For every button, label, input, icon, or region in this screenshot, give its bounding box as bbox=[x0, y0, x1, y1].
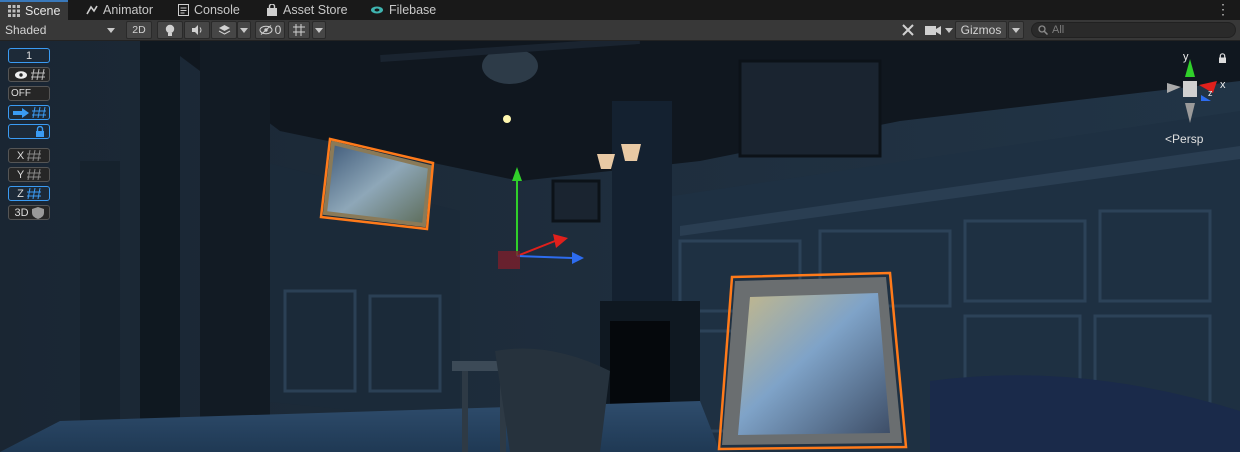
orientation-gizmo[interactable] bbox=[1155, 49, 1225, 139]
audio-toggle-button[interactable] bbox=[184, 21, 210, 39]
tab-label: Asset Store bbox=[283, 3, 348, 17]
scene-viewport[interactable]: 1 OFF X Y Z 3D y x z <Persp bbox=[0, 41, 1240, 452]
grid-count-field[interactable]: 1 bbox=[8, 48, 50, 63]
scene-visibility-button[interactable]: 0 bbox=[255, 21, 285, 39]
scene-search-field[interactable]: All bbox=[1031, 22, 1236, 38]
lock-icon[interactable] bbox=[1218, 53, 1227, 63]
lighting-toggle-button[interactable] bbox=[157, 21, 183, 39]
chevron-down-icon bbox=[315, 27, 323, 33]
gizmo-z-label: z bbox=[1208, 88, 1213, 98]
2d-label: 2D bbox=[132, 24, 146, 36]
effects-dropdown[interactable] bbox=[237, 21, 251, 39]
move-snap-toggle[interactable] bbox=[8, 105, 50, 120]
tab-asset-store[interactable]: Asset Store bbox=[258, 0, 356, 20]
camera-icon bbox=[925, 25, 941, 35]
gizmos-label: Gizmos bbox=[960, 23, 1002, 37]
axis-x-label: X bbox=[16, 149, 25, 162]
eye-hidden-icon bbox=[259, 25, 273, 35]
grid-icon bbox=[26, 188, 41, 199]
axis-z-label: Z bbox=[17, 187, 24, 200]
tab-filebase[interactable]: Filebase bbox=[362, 0, 444, 20]
2d-toggle-button[interactable]: 2D bbox=[126, 21, 152, 39]
tab-label: Console bbox=[194, 3, 240, 17]
camera-button[interactable] bbox=[922, 21, 944, 39]
tools-button[interactable] bbox=[897, 21, 919, 39]
chevron-down-icon bbox=[240, 27, 248, 33]
lock-icon bbox=[36, 126, 44, 137]
axis-y-grid-toggle[interactable]: Y bbox=[8, 167, 50, 182]
chevron-left-icon: < bbox=[1165, 132, 1173, 146]
lightbulb-icon bbox=[165, 24, 175, 36]
grid-snap-icon bbox=[293, 24, 305, 36]
shield-icon bbox=[31, 206, 44, 219]
hidden-count: 0 bbox=[274, 23, 282, 37]
lock-toggle[interactable] bbox=[8, 124, 50, 139]
gizmos-button[interactable]: Gizmos bbox=[955, 21, 1007, 39]
chevron-down-icon bbox=[945, 27, 953, 33]
speaker-icon bbox=[191, 25, 201, 35]
search-placeholder: All bbox=[1052, 24, 1065, 36]
asset-store-icon bbox=[267, 4, 277, 16]
tab-animator[interactable]: Animator bbox=[78, 0, 161, 20]
projection-label: Persp bbox=[1172, 132, 1204, 146]
eye-icon bbox=[14, 70, 27, 79]
gizmo-x-label: x bbox=[1220, 79, 1226, 91]
grid-snap-button[interactable] bbox=[288, 21, 310, 39]
draw-mode-label: Shaded bbox=[5, 23, 47, 37]
layers-icon bbox=[218, 25, 230, 35]
camera-dropdown[interactable] bbox=[943, 21, 955, 39]
draw-mode-dropdown[interactable]: Shaded bbox=[0, 21, 122, 39]
grid-count-label: 1 bbox=[25, 49, 33, 62]
gizmo-y-label: y bbox=[1183, 51, 1189, 63]
grid-icon bbox=[27, 150, 42, 161]
view-3d-label: 3D bbox=[14, 206, 29, 219]
tab-label: Animator bbox=[103, 3, 154, 17]
grid-snap-dropdown[interactable] bbox=[312, 21, 326, 39]
overlay-eye-grid-toggle[interactable] bbox=[8, 67, 50, 82]
chevron-down-icon bbox=[1012, 27, 1020, 33]
console-icon bbox=[178, 4, 189, 16]
scene-grid-icon bbox=[8, 5, 20, 17]
projection-toggle[interactable]: <Persp bbox=[1165, 132, 1203, 146]
filebase-icon bbox=[371, 6, 383, 14]
gizmos-dropdown[interactable] bbox=[1008, 21, 1024, 39]
effects-toggle-button[interactable] bbox=[211, 21, 237, 39]
snap-toggle[interactable]: OFF bbox=[8, 86, 50, 101]
search-icon bbox=[1038, 25, 1048, 35]
tab-console[interactable]: Console bbox=[170, 0, 248, 20]
arrow-right-icon bbox=[12, 107, 29, 118]
snap-toggle-state: OFF bbox=[11, 88, 31, 99]
tab-scene[interactable]: Scene bbox=[0, 0, 69, 20]
grid-icon bbox=[31, 107, 46, 118]
scene-toolbar: Shaded 2D 0 Gizmos All bbox=[0, 20, 1240, 41]
window-tab-bar: Scene Animator Console Asset Store Fileb… bbox=[0, 0, 1240, 21]
tab-label: Scene bbox=[25, 4, 61, 18]
tab-label: Filebase bbox=[389, 3, 437, 17]
view-3d-toggle[interactable]: 3D bbox=[8, 205, 50, 220]
axis-z-grid-toggle[interactable]: Z bbox=[8, 186, 50, 201]
grid-icon bbox=[27, 169, 42, 180]
tools-icon bbox=[902, 24, 914, 36]
chevron-down-icon bbox=[107, 27, 115, 33]
axis-y-label: Y bbox=[16, 168, 25, 181]
axis-x-grid-toggle[interactable]: X bbox=[8, 148, 50, 163]
animator-icon bbox=[86, 5, 98, 15]
more-options-icon[interactable]: ⋮ bbox=[1216, 2, 1230, 16]
scene-render bbox=[0, 41, 1240, 452]
grid-icon bbox=[30, 69, 45, 80]
